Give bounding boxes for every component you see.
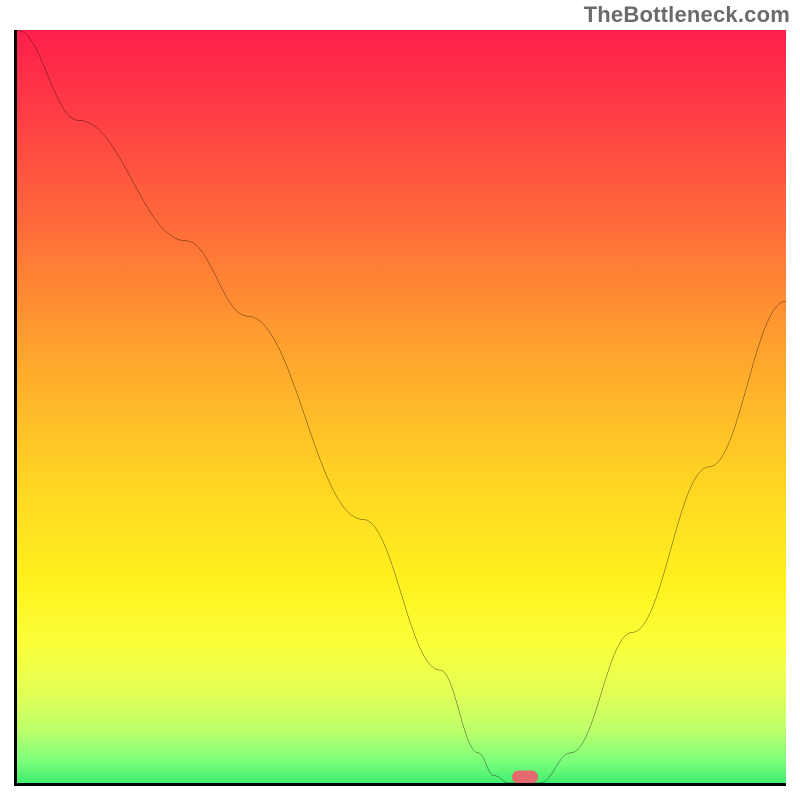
bottleneck-chart: TheBottleneck.com bbox=[0, 0, 800, 800]
watermark-text: TheBottleneck.com bbox=[584, 2, 790, 28]
optimal-point-marker bbox=[512, 770, 538, 783]
plot-area bbox=[14, 30, 786, 786]
curve-layer bbox=[17, 30, 786, 783]
bottleneck-curve-path bbox=[17, 30, 786, 783]
